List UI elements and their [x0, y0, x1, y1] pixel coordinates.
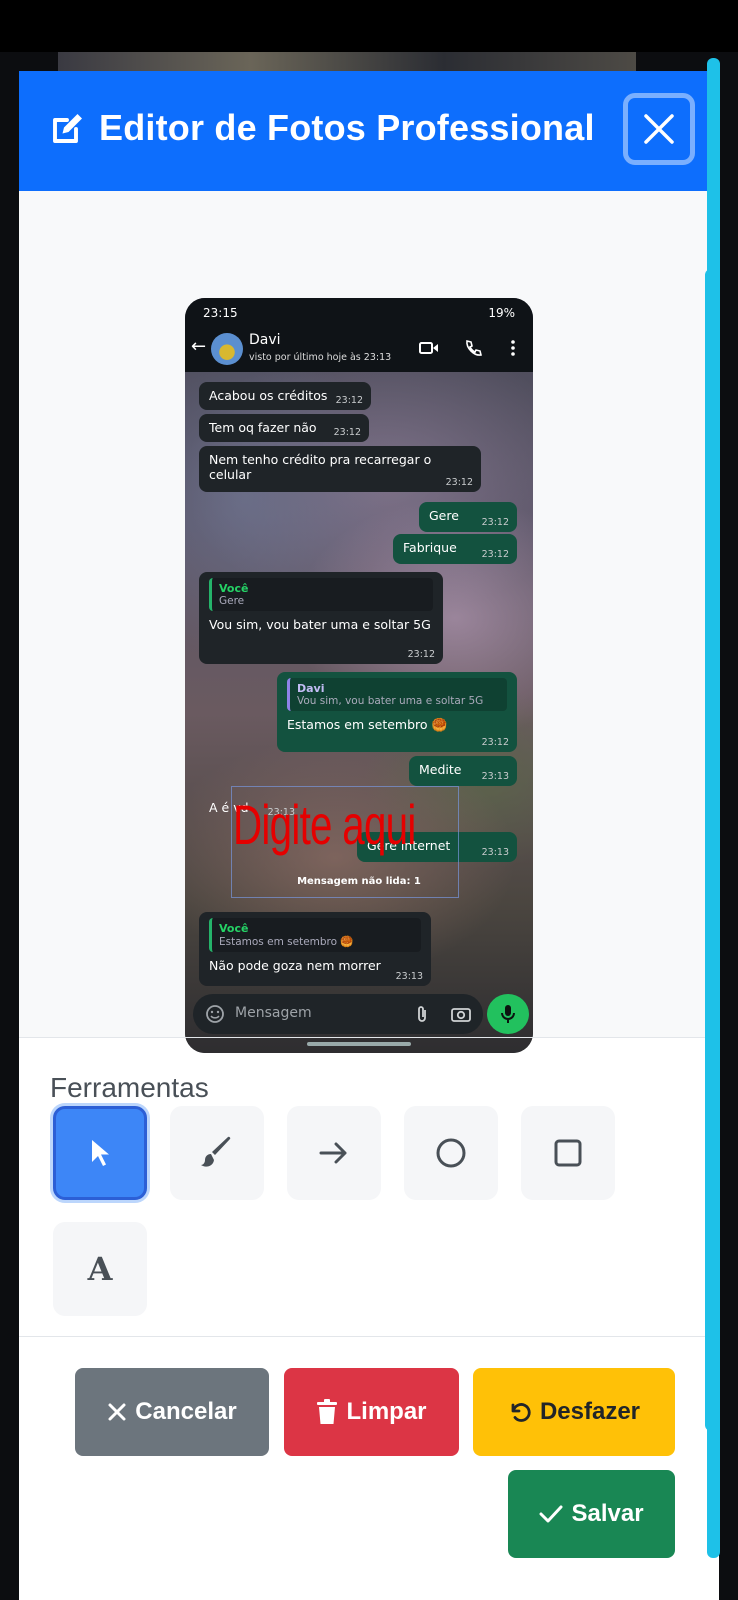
trash-icon — [317, 1399, 338, 1424]
close-icon — [108, 1403, 126, 1421]
tools-title: Ferramentas — [50, 1072, 209, 1103]
square-icon — [554, 1139, 582, 1167]
quote-author: Você — [219, 582, 249, 595]
chat-message[interactable]: Acabou os créditos 23:12 — [199, 382, 371, 410]
quoted-message[interactable]: Você Gere — [209, 578, 433, 611]
close-button[interactable] — [623, 93, 695, 165]
rectangle-tool-button[interactable] — [521, 1106, 615, 1200]
photo-editor-modal: Editor de Fotos Professional 23:15 19% ←… — [19, 71, 719, 1600]
edited-screenshot[interactable]: 23:15 19% ← Davi visto por último hoje à… — [185, 298, 533, 1053]
contact-name: Davi — [249, 332, 281, 348]
undo-label: Desfazer — [539, 1398, 641, 1425]
save-button[interactable]: Salvar — [508, 1470, 675, 1558]
clear-button[interactable]: Limpar — [284, 1368, 459, 1456]
contact-last-seen: visto por último hoje às 23:13 — [249, 352, 392, 363]
clear-label: Limpar — [346, 1398, 427, 1425]
chat-header: ← Davi visto por último hoje às 23:13 — [185, 326, 533, 372]
message-input-bar[interactable]: Mensagem — [193, 994, 483, 1034]
quote-text: Vou sim, vou bater uma e soltar 5G — [297, 695, 484, 707]
chat-message[interactable]: Gere 23:12 — [419, 502, 517, 532]
quoted-message[interactable]: Você Estamos em setembro 🥮 — [209, 918, 421, 952]
message-time: 23:12 — [445, 477, 473, 488]
undo-icon — [511, 1403, 531, 1422]
back-arrow-icon[interactable]: ← — [191, 336, 206, 357]
message-text: Vou sim, vou bater uma e soltar 5G — [209, 617, 431, 632]
quoted-message[interactable]: Davi Vou sim, vou bater uma e soltar 5G — [287, 678, 507, 711]
message-time: 23:13 — [481, 771, 509, 782]
editor-canvas[interactable]: 23:15 19% ← Davi visto por último hoje à… — [19, 191, 719, 1053]
sticker-icon[interactable] — [205, 1004, 225, 1024]
message-text: Fabrique — [403, 540, 457, 555]
text-annotation[interactable]: Digite aqui — [233, 792, 416, 857]
message-time: 23:13 — [481, 847, 509, 858]
arrow-right-icon — [319, 1142, 347, 1164]
modal-footer: Cancelar Limpar Desfazer Salvar — [19, 1336, 719, 1600]
status-time: 23:15 — [203, 306, 238, 320]
modal-header: Editor de Fotos Professional — [19, 71, 719, 191]
message-time: 23:12 — [407, 649, 435, 660]
close-icon — [644, 114, 674, 144]
arrow-tool-button[interactable] — [287, 1106, 381, 1200]
cancel-button[interactable]: Cancelar — [75, 1368, 269, 1456]
circle-icon — [436, 1138, 466, 1168]
message-time: 23:12 — [481, 737, 509, 748]
chat-message[interactable]: Você Estamos em setembro 🥮 Não pode goza… — [199, 912, 431, 986]
status-battery: 19% — [488, 306, 515, 320]
chat-message[interactable]: Medite 23:13 — [409, 756, 517, 786]
check-icon — [539, 1505, 563, 1523]
message-time: 23:13 — [395, 971, 423, 982]
text-tool-button[interactable]: A — [53, 1222, 147, 1316]
phone-status-bar: 23:15 19% — [185, 298, 533, 326]
avatar[interactable] — [211, 333, 243, 365]
message-placeholder: Mensagem — [235, 1005, 312, 1021]
chat-message[interactable]: Fabrique 23:12 — [393, 534, 517, 564]
quote-text: Gere — [219, 595, 245, 607]
message-text: Não pode goza nem morrer — [209, 958, 381, 973]
text-icon: A — [87, 1250, 113, 1288]
top-status-strip — [0, 0, 738, 52]
microphone-button[interactable] — [487, 994, 529, 1034]
cancel-label: Cancelar — [135, 1398, 237, 1425]
message-text: Medite — [419, 762, 462, 777]
quote-text: Estamos em setembro 🥮 — [219, 936, 354, 948]
chat-message[interactable]: Davi Vou sim, vou bater uma e soltar 5G … — [277, 672, 517, 752]
cursor-arrow-icon — [92, 1140, 109, 1166]
undo-button[interactable]: Desfazer — [473, 1368, 675, 1456]
message-time: 23:12 — [335, 395, 363, 406]
background-photo — [58, 52, 636, 72]
quote-author: Davi — [297, 682, 325, 695]
quote-author: Você — [219, 922, 249, 935]
attach-icon[interactable] — [415, 1005, 429, 1023]
message-time: 23:12 — [333, 427, 361, 438]
message-text: Nem tenho crédito pra recarregar o celul… — [209, 452, 432, 482]
camera-icon[interactable] — [451, 1005, 471, 1023]
message-text: Tem oq fazer não — [209, 420, 317, 435]
video-call-icon[interactable] — [419, 338, 439, 358]
pencil-square-icon — [53, 114, 82, 143]
brush-icon — [201, 1136, 231, 1167]
modal-title: Editor de Fotos Professional — [99, 107, 595, 148]
save-label: Salvar — [571, 1500, 644, 1527]
message-time: 23:12 — [481, 517, 509, 528]
brush-tool-button[interactable] — [170, 1106, 264, 1200]
phone-call-icon[interactable] — [463, 338, 483, 358]
chat-message[interactable]: Tem oq fazer não 23:12 — [199, 414, 369, 442]
circle-tool-button[interactable] — [404, 1106, 498, 1200]
microphone-icon — [501, 1005, 515, 1023]
message-time: 23:12 — [481, 549, 509, 560]
page-scrollbar[interactable] — [707, 58, 720, 1558]
more-options-icon[interactable] — [503, 338, 523, 358]
chat-message[interactable]: Nem tenho crédito pra recarregar o celul… — [199, 446, 481, 492]
message-text: Estamos em setembro 🥮 — [287, 717, 448, 732]
chat-message[interactable]: Você Gere Vou sim, vou bater uma e solta… — [199, 572, 443, 664]
message-text: Gere — [429, 508, 459, 523]
select-tool-button[interactable] — [53, 1106, 147, 1200]
message-text: Acabou os créditos — [209, 388, 328, 403]
tools-panel: Ferramentas A — [19, 1037, 719, 1337]
